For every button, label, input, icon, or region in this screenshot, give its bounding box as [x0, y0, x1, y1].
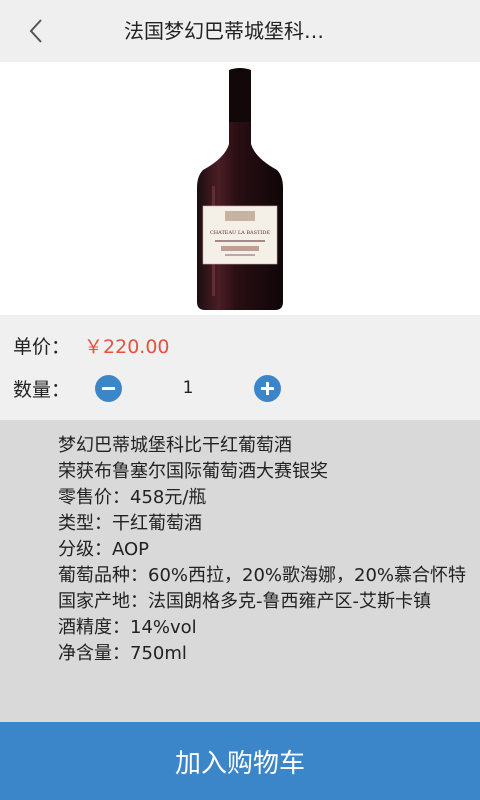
wine-bottle-image: CHATEAU LA BASTIDE [197, 68, 283, 310]
purchase-panel: 单价： ￥220.00 数量： 1 [0, 315, 480, 420]
price-row: 单价： ￥220.00 [13, 325, 170, 365]
detail-line: 零售价：458元/瓶 [58, 487, 207, 508]
bottle-label-text: CHATEAU LA BASTIDE [210, 230, 270, 236]
page-title: 法国梦幻巴蒂城堡科… [124, 19, 324, 43]
detail-line: 荣获布鲁塞尔国际葡萄酒大赛银奖 [58, 461, 328, 482]
detail-line: 类型：干红葡萄酒 [58, 513, 202, 534]
decrease-quantity-button[interactable] [95, 374, 123, 402]
chevron-left-icon [29, 19, 42, 43]
back-button[interactable] [20, 15, 52, 47]
detail-line: 国家产地：法国朗格多克-鲁西雍产区-艾斯卡镇 [58, 591, 431, 612]
top-bar: 法国梦幻巴蒂城堡科… [0, 0, 480, 62]
detail-line: 净含量：750ml [58, 643, 187, 664]
detail-line: 葡萄品种：60%西拉，20%歌海娜，20%慕合怀特 [58, 565, 467, 586]
quantity-label: 数量： [13, 378, 71, 401]
add-to-cart-button[interactable]: 加入购物车 [0, 722, 480, 800]
detail-line: 酒精度：14%vol [58, 617, 197, 638]
price-value: ￥220.00 [84, 335, 170, 358]
detail-line: 梦幻巴蒂城堡科比干红葡萄酒 [58, 435, 292, 456]
quantity-row: 数量： 1 [13, 367, 282, 409]
quantity-value[interactable]: 1 [122, 378, 254, 398]
add-to-cart-label: 加入购物车 [174, 748, 305, 779]
detail-line: 分级：AOP [58, 539, 150, 560]
increase-quantity-button[interactable] [254, 374, 282, 402]
price-label: 单价： [13, 335, 71, 358]
product-image: CHATEAU LA BASTIDE [0, 62, 480, 315]
product-details: 梦幻巴蒂城堡科比干红葡萄酒 荣获布鲁塞尔国际葡萄酒大赛银奖 零售价：458元/瓶… [0, 420, 480, 722]
